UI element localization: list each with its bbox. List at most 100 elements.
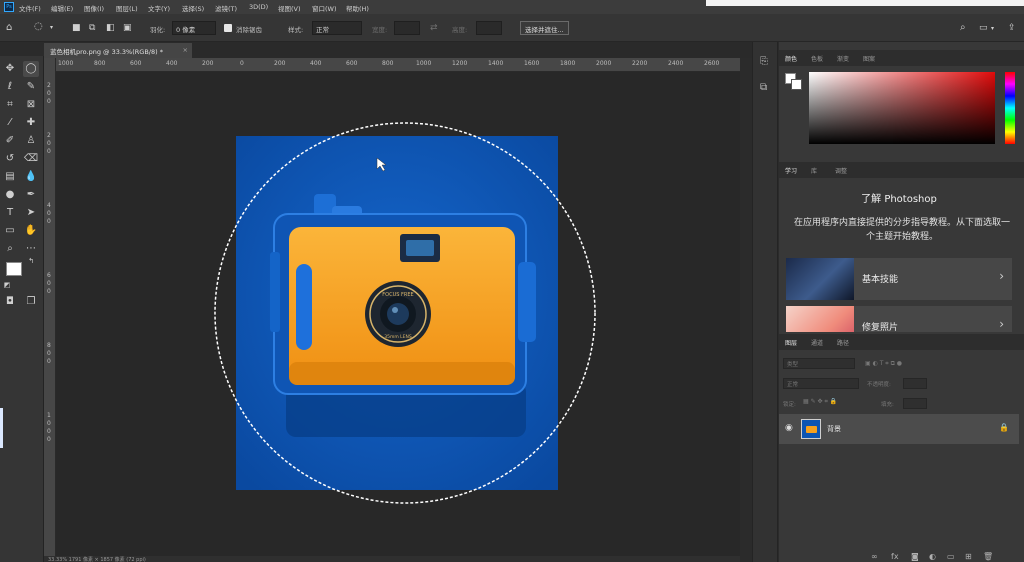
menu-edit[interactable]: 编辑(E) — [51, 3, 73, 13]
learn-card-fix-photo[interactable]: 修复照片 › — [786, 306, 1012, 332]
blur-tool-icon[interactable]: 💧 — [23, 169, 39, 185]
menu-file[interactable]: 文件(F) — [19, 3, 41, 13]
style-select[interactable]: 正常 — [312, 21, 362, 35]
link-layers-icon[interactable]: ∞ — [871, 552, 878, 561]
new-selection-icon[interactable]: ■ — [72, 23, 81, 33]
camera-right-clip — [518, 262, 536, 342]
tab-paths[interactable]: 路径 — [837, 338, 849, 347]
height-input[interactable] — [476, 21, 502, 35]
chevron-down-icon[interactable]: ▾ — [991, 24, 994, 34]
pen-tool-icon[interactable]: ✒ — [23, 187, 39, 203]
canvas-image[interactable]: FOCUS FREE 35mm LENS — [56, 72, 740, 557]
tab-libraries[interactable]: 库 — [811, 166, 817, 175]
panel-edge-indicator — [0, 408, 3, 448]
tab-swatches[interactable]: 色板 — [811, 54, 823, 63]
adjustment-layer-icon[interactable]: ◐ — [929, 552, 936, 561]
menu-window[interactable]: 窗口(W) — [312, 3, 337, 13]
layer-filter-select[interactable]: 类型 — [783, 358, 855, 369]
lasso-tool-icon[interactable]: ℓ — [2, 79, 18, 95]
intersect-selection-icon[interactable]: ▣ — [123, 23, 132, 33]
history-panel-icon[interactable]: ⎘ — [760, 56, 768, 67]
hue-slider[interactable] — [1005, 72, 1015, 144]
share-icon[interactable]: ⇪ — [1008, 23, 1016, 33]
history-brush-tool-icon[interactable]: ↺ — [2, 151, 18, 167]
more-tools-icon[interactable]: ⋯ — [23, 241, 39, 257]
healing-brush-tool-icon[interactable]: ✚ — [23, 115, 39, 131]
delete-layer-icon[interactable]: 🗑 — [983, 552, 993, 561]
layer-row-background[interactable]: ◉ 背景 🔒 — [779, 414, 1019, 444]
tab-color[interactable]: 颜色 — [785, 54, 797, 63]
dodge-tool-icon[interactable]: ● — [2, 187, 18, 203]
menu-image[interactable]: 图像(I) — [84, 3, 104, 13]
tab-patterns[interactable]: 图案 — [863, 54, 875, 63]
frame-tool-icon[interactable]: ⊠ — [23, 97, 39, 113]
close-icon[interactable]: × — [183, 46, 188, 54]
feather-input[interactable]: 0 像素 — [172, 21, 216, 35]
lock-icons[interactable]: ▦ ✎ ✥ ⌗ 🔒 — [803, 398, 837, 406]
layer-style-icon[interactable]: fx — [891, 552, 899, 561]
quick-mask-icon[interactable]: ◘ — [2, 294, 18, 310]
document-tab[interactable]: 蓝色相机pro.png @ 33.3%(RGB/8) * × — [44, 43, 192, 58]
swap-icon[interactable]: ⇄ — [430, 23, 438, 33]
learn-card-basic-skills[interactable]: 基本技能 › — [786, 258, 1012, 300]
tab-channels[interactable]: 通道 — [811, 338, 823, 347]
tab-learn[interactable]: 学习 — [785, 166, 797, 175]
workspace-icon[interactable]: ▭ — [979, 23, 988, 33]
rectangle-tool-icon[interactable]: ▭ — [2, 223, 18, 239]
fill-input[interactable] — [903, 398, 927, 409]
ruler-tick: 400 — [166, 60, 178, 67]
tab-layers[interactable]: 图层 — [785, 338, 797, 347]
default-colors-icon[interactable]: ◩ — [2, 280, 12, 290]
options-bar: ⌂ ◌ ▾ ■ ⧉ ◧ ▣ 羽化: 0 像素 消除锯齿 样式: 正常 宽度: ⇄… — [0, 14, 1024, 42]
new-layer-icon[interactable]: ⊞ — [965, 552, 972, 561]
elliptical-marquee-tool-icon[interactable]: ◯ — [23, 61, 39, 77]
properties-panel-icon[interactable]: ⧉ — [760, 82, 767, 93]
eye-icon[interactable]: ◉ — [785, 423, 793, 433]
stamp-tool-icon[interactable]: ♙ — [23, 133, 39, 149]
menu-help[interactable]: 帮助(H) — [346, 3, 369, 13]
ruler-tick: 1000 — [416, 60, 432, 67]
foreground-color-swatch[interactable] — [6, 262, 22, 276]
chevron-down-icon[interactable]: ▾ — [50, 23, 53, 33]
zoom-tool-icon[interactable]: ⌕ — [2, 241, 18, 257]
blend-mode-select[interactable]: 正常 — [783, 378, 859, 389]
group-icon[interactable]: ▭ — [947, 552, 955, 561]
screen-mode-icon[interactable]: ❐ — [23, 294, 39, 310]
layer-mask-icon[interactable]: ◙ — [911, 552, 919, 561]
quick-select-tool-icon[interactable]: ✎ — [23, 79, 39, 95]
menu-filter[interactable]: 滤镜(T) — [215, 3, 237, 13]
learn-card-thumbnail — [786, 306, 854, 332]
bg-color-chip[interactable] — [791, 79, 802, 90]
hand-tool-icon[interactable]: ✋ — [23, 223, 39, 239]
canvas-area[interactable]: FOCUS FREE 35mm LENS — [56, 72, 740, 557]
search-icon[interactable]: ⌕ — [960, 23, 966, 33]
menu-view[interactable]: 视图(V) — [278, 3, 301, 13]
color-field[interactable] — [809, 72, 995, 144]
move-tool-icon[interactable]: ✥ — [2, 61, 18, 77]
opacity-input[interactable] — [903, 378, 927, 389]
path-select-tool-icon[interactable]: ➤ — [23, 205, 39, 221]
home-icon[interactable]: ⌂ — [6, 23, 12, 33]
antialias-checkbox[interactable] — [224, 24, 232, 32]
menu-3d[interactable]: 3D(D) — [249, 3, 268, 11]
tab-adjustments[interactable]: 调整 — [835, 166, 847, 175]
tab-gradients[interactable]: 渐变 — [837, 54, 849, 63]
select-and-mask-button[interactable]: 选择并遮住... — [520, 21, 569, 35]
brush-tool-icon[interactable]: ✐ — [2, 133, 18, 149]
menu-layer[interactable]: 图层(L) — [116, 3, 138, 13]
type-tool-icon[interactable]: T — [2, 205, 18, 221]
eraser-tool-icon[interactable]: ⌫ — [23, 151, 39, 167]
menu-select[interactable]: 选择(S) — [182, 3, 204, 13]
menu-type[interactable]: 文字(Y) — [148, 3, 170, 13]
add-selection-icon[interactable]: ⧉ — [89, 23, 95, 33]
crop-tool-icon[interactable]: ⌗ — [2, 97, 18, 113]
width-input[interactable] — [394, 21, 420, 35]
vertical-ruler[interactable]: 2 0 0 2 0 0 4 0 0 6 0 0 8 0 0 1 0 0 0 — [44, 72, 56, 557]
gradient-tool-icon[interactable]: ▤ — [2, 169, 18, 185]
elliptical-marquee-preset-icon[interactable]: ◌ — [34, 22, 43, 32]
subtract-selection-icon[interactable]: ◧ — [106, 23, 115, 33]
eyedropper-tool-icon[interactable]: ⁄ — [2, 115, 18, 131]
horizontal-ruler[interactable]: 1000 800 600 400 200 0 200 400 600 800 1… — [56, 58, 740, 72]
swap-colors-icon[interactable]: ↰ — [26, 256, 36, 266]
filter-icons[interactable]: ▣ ◐ T ⌗ ⧉ ● — [865, 360, 902, 368]
